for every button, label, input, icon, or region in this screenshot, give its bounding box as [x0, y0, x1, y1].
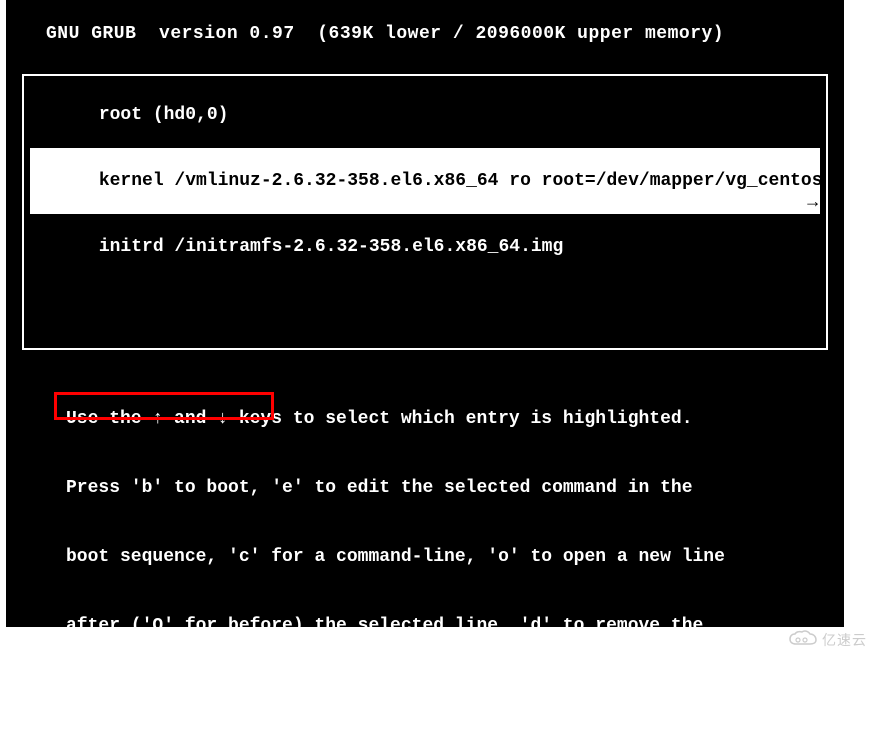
menu-entry-text: kernel /vmlinuz-2.6.32-358.el6.x86_64 ro… — [99, 171, 828, 191]
help-line-5: selected line, or escape to go back to t… — [66, 684, 844, 707]
menu-entry-text: root (hd0,0) — [99, 105, 229, 125]
help-line-1: Use the ↑ and ↓ keys to select which ent… — [66, 408, 844, 431]
cloud-icon — [788, 630, 818, 650]
menu-entry-initrd[interactable]: initrd /initramfs-2.6.32-358.el6.x86_64.… — [30, 214, 820, 280]
help-line-4: after ('O' for before) the selected line… — [66, 615, 844, 638]
help-line-2: Press 'b' to boot, 'e' to edit the selec… — [66, 477, 844, 500]
watermark: 亿速云 — [788, 630, 867, 650]
menu-entry-kernel[interactable]: kernel /vmlinuz-2.6.32-358.el6.x86_64 ro… — [30, 148, 820, 214]
grub-header: GNU GRUB version 0.97 (639K lower / 2096… — [6, 0, 844, 44]
boot-menu-box[interactable]: root (hd0,0) kernel /vmlinuz-2.6.32-358.… — [22, 74, 828, 350]
menu-entry-root[interactable]: root (hd0,0) — [30, 82, 820, 148]
help-line-3: boot sequence, 'c' for a command-line, '… — [66, 546, 844, 569]
menu-entry-text: initrd /initramfs-2.6.32-358.el6.x86_64.… — [99, 237, 563, 257]
continuation-arrow-icon: → — [807, 192, 820, 214]
help-text-block: Use the ↑ and ↓ keys to select which ent… — [66, 362, 844, 753]
watermark-text: 亿速云 — [822, 630, 867, 650]
grub-console: GNU GRUB version 0.97 (639K lower / 2096… — [6, 0, 844, 627]
